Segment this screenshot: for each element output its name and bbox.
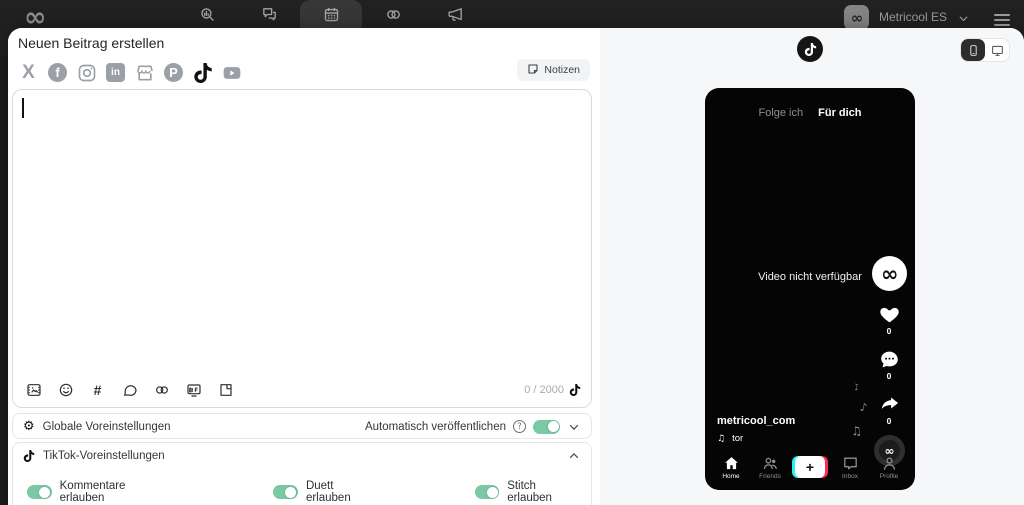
sound-title: tor [732,433,744,444]
chevron-down-icon[interactable] [567,420,581,434]
likes-count: 0 [886,326,892,336]
notes-label: Notizen [544,64,580,76]
notes-button[interactable]: Notizen [517,59,590,81]
global-settings-label: Globale Voreinstellungen [42,420,171,433]
facebook-icon[interactable]: f [47,62,68,83]
saved-replies-icon[interactable] [121,382,138,399]
floating-note-icon: ♪ [853,382,862,394]
device-toggle [960,38,1010,62]
allow-duet-toggle[interactable] [273,485,298,499]
music-note-icon: ♫ [717,433,726,444]
note-icon [527,63,539,78]
tiktok-settings-label: TikTok-Voreinstellungen [43,449,165,462]
tab-for-you: Für dich [818,107,862,119]
smartlinks-icon [385,6,402,28]
plus-icon: + [795,456,825,478]
drafts-file-icon[interactable] [217,382,234,399]
friends-icon [763,457,777,469]
tab-following: Folge ich [758,107,804,119]
link-shortener-icon[interactable] [153,382,170,399]
linkedin-icon[interactable]: in [105,62,126,83]
inbox-bubble-icon [843,457,857,469]
chevron-up-icon[interactable] [567,449,581,463]
megaphone-icon [447,6,464,28]
gif-icon[interactable] [185,382,202,399]
create-post-plus-button: + [792,456,828,478]
comment-icon [879,349,900,370]
home-icon [724,456,738,469]
auto-publish-toggle[interactable] [533,419,560,434]
help-icon[interactable]: ? [513,420,526,433]
inbox-chat-icon [261,6,278,28]
feed-tabs: Folge ich Für dich [705,107,915,119]
add-media-icon[interactable] [25,382,42,399]
global-settings-box: ⚙ Globale Voreinstellungen Automatisch v… [12,413,592,439]
shares-count: 0 [886,416,892,426]
gear-icon: ⚙ [23,419,35,434]
allow-duet-setting: Duett erlauben [273,480,374,504]
allow-stitch-setting: Stitch erlauben [474,480,577,504]
editor-toolbar: # 0 / 2000 [25,378,581,402]
youtube-icon[interactable] [221,62,242,83]
char-count-text: 0 / 2000 [524,384,564,396]
post-text-editor[interactable]: # 0 / 2000 [12,89,592,408]
instagram-icon[interactable] [76,62,97,83]
profile-avatar: ∞ [871,256,907,291]
text-caret [22,98,24,118]
sound-row: ♫ tor [717,433,743,444]
username-text: metricool_com [717,415,796,427]
char-counter: 0 / 2000 [524,384,581,396]
google-business-icon[interactable] [134,62,155,83]
tiktok-icon[interactable] [192,62,213,83]
calendar-icon [323,6,340,28]
allow-duet-label: Duett erlauben [305,480,351,504]
modal-title: Neuen Beitrag erstellen [18,35,165,51]
mobile-view-button[interactable] [961,39,985,61]
desktop-view-button[interactable] [985,39,1009,61]
comments-count: 0 [886,371,892,381]
phone-nav-inbox: Inbox [833,455,867,480]
preview-panel: Folge ich Für dich Video nicht verfügbar… [600,28,1024,505]
network-selector: X f in P [18,62,242,83]
heart-icon [879,304,900,325]
tiktok-settings-icon [23,449,35,462]
account-avatar: ∞ [843,5,869,30]
preview-tiktok-badge-icon [797,36,823,62]
tiktok-counter-icon [569,384,581,396]
account-name: Metricool ES [878,10,947,24]
menu-icon[interactable] [994,11,1010,29]
allow-comments-label: Kommentare erlauben [59,480,126,504]
emoji-icon[interactable] [57,382,74,399]
allow-stitch-label: Stitch erlauben [507,480,552,504]
phone-bottom-nav: Home Friends + Inbox Profile [705,448,915,490]
tiktok-toggle-row: Kommentare erlauben Duett erlauben Stitc… [13,480,591,504]
auto-publish-label: Automatisch veröffentlichen [364,420,506,433]
analytics-search-icon [199,6,216,28]
allow-comments-setting: Kommentare erlauben [27,480,163,504]
composer-panel: Neuen Beitrag erstellen X f in P Notizen… [8,28,600,505]
allow-comments-toggle[interactable] [27,485,52,499]
tiktok-settings-box: TikTok-Voreinstellungen Kommentare erlau… [12,442,592,505]
tiktok-phone-preview: Folge ich Für dich Video nicht verfügbar… [705,88,915,490]
x-twitter-icon[interactable]: X [18,62,39,83]
screen: ∞ Analytik Inbox Planung [0,0,1024,505]
create-post-modal: Neuen Beitrag erstellen X f in P Notizen… [8,28,1024,505]
share-icon [879,394,900,415]
profile-icon [883,457,895,470]
hashtag-icon[interactable]: # [89,382,106,399]
phone-nav-home: Home [714,455,748,480]
phone-nav-friends: Friends [753,455,787,480]
floating-note-icon: ♪ [858,400,869,415]
floating-note-icon: ♫ [850,423,863,439]
allow-stitch-toggle[interactable] [474,485,500,499]
phone-nav-profile: Profile [872,455,906,480]
pinterest-icon[interactable]: P [163,62,184,83]
action-rail: ∞ 0 0 0 ∞ [870,256,908,466]
